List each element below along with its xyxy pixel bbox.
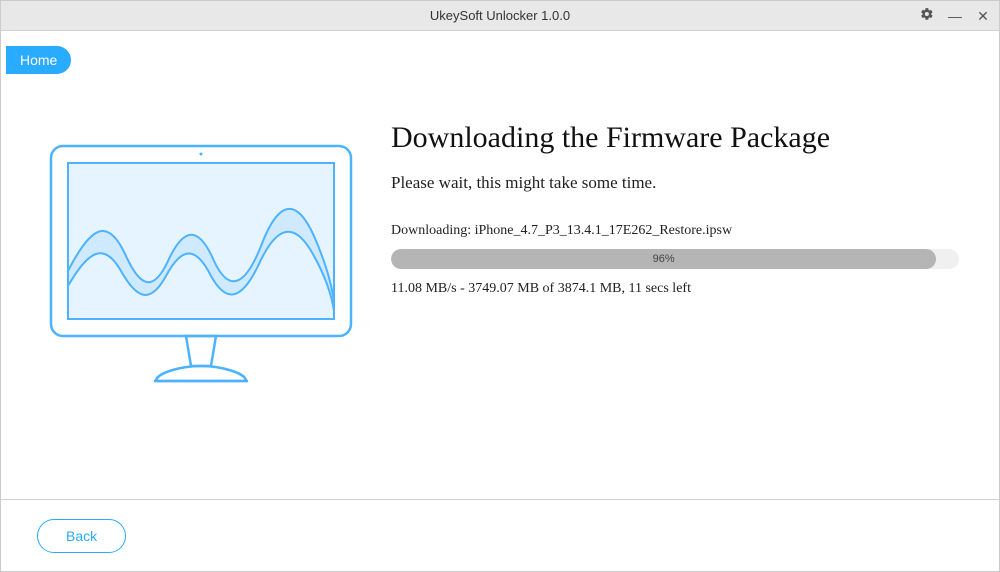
app-title: UkeySoft Unlocker 1.0.0 — [430, 8, 570, 23]
progress-percent-label: 96% — [653, 253, 675, 265]
page-heading: Downloading the Firmware Package — [391, 121, 959, 155]
monitor-icon — [46, 141, 356, 391]
back-button-label: Back — [66, 528, 97, 544]
download-prefix: Downloading: — [391, 223, 475, 238]
page-subheading: Please wait, this might take some time. — [391, 173, 959, 193]
titlebar-controls: — ✕ — [919, 1, 991, 31]
titlebar: UkeySoft Unlocker 1.0.0 — ✕ — [1, 1, 999, 31]
main-area: Downloading the Firmware Package Please … — [1, 31, 999, 499]
footer: Back — [1, 499, 999, 571]
download-file-label: Downloading: iPhone_4.7_P3_13.4.1_17E262… — [391, 223, 959, 239]
minimize-icon[interactable]: — — [947, 1, 963, 31]
progress-fill: 96% — [391, 249, 936, 269]
illustration — [31, 121, 371, 499]
home-button[interactable]: Home — [6, 46, 71, 74]
settings-gear-icon[interactable] — [919, 1, 935, 31]
back-button[interactable]: Back — [37, 519, 126, 553]
home-button-label: Home — [20, 52, 57, 68]
progress-bar: 96% — [391, 249, 959, 269]
close-icon[interactable]: ✕ — [975, 1, 991, 31]
progress-status-text: 11.08 MB/s - 3749.07 MB of 3874.1 MB, 11… — [391, 281, 959, 297]
download-filename: iPhone_4.7_P3_13.4.1_17E262_Restore.ipsw — [475, 223, 732, 238]
content-area: Downloading the Firmware Package Please … — [371, 121, 969, 499]
